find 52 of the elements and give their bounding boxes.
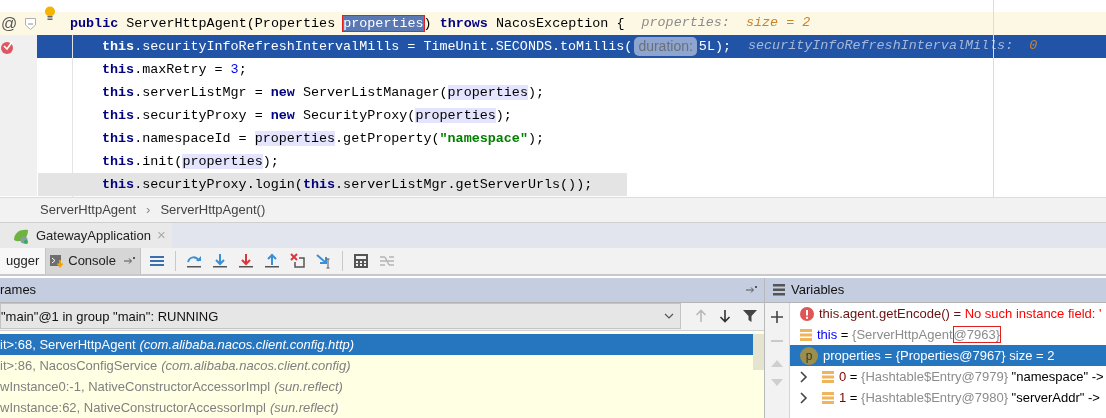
run-tab[interactable]: GatewayApplication ×: [0, 223, 172, 248]
code-text: this.securityProxy.login(this.serverListMgr.getServerUrls());: [102, 176, 593, 194]
stack-icon: [822, 391, 834, 404]
stack-icon: [822, 370, 834, 383]
code-text: this.maxRetry = 3;: [102, 61, 247, 79]
code-text: this.securityProxy = new SecurityProxy(properties);: [102, 107, 512, 125]
debugger-tab[interactable]: ugger: [0, 248, 46, 274]
cross-box-icon[interactable]: [289, 253, 306, 269]
diagonal-arrow-icon[interactable]: [315, 253, 332, 269]
parameter-hint: duration:: [634, 37, 697, 56]
lines-icon[interactable]: [148, 253, 165, 269]
panel-title: rames: [0, 281, 37, 299]
list-icon: [773, 284, 785, 296]
down-arrow-icon[interactable]: [719, 309, 731, 324]
pin-icon[interactable]: [746, 284, 758, 295]
breakpoint-icon[interactable]: [0, 39, 14, 54]
parameter-icon: p: [800, 346, 818, 365]
leaf-icon: [12, 227, 30, 244]
stack-icon: [800, 328, 812, 341]
code-text: this.securityInfoRefreshIntervalMills = TimeUnit.SECONDS.toMillis(: [102, 38, 633, 56]
inline-hint: properties: size = 2: [641, 14, 811, 33]
breadcrumb-separator: ›: [146, 201, 151, 220]
code-text: this.serverListMgr = new ServerListManager(properties);: [102, 84, 544, 102]
pin-icon[interactable]: [123, 256, 136, 266]
variable-row[interactable]: p properties = {Properties@7967} size = 2: [790, 345, 1106, 366]
lightbulb-icon[interactable]: [44, 6, 56, 22]
chevron-down-icon: [664, 313, 674, 320]
breadcrumb-item[interactable]: ServerHttpAgent(): [160, 200, 266, 220]
chevron-right-icon[interactable]: [800, 370, 808, 383]
code-text: public ServerHttpAgent(Properties properties) throws NacosException {: [70, 15, 625, 33]
frame-item[interactable]: it>:68, ServerHttpAgent (com.alibaba.nacos.client.config.http): [0, 334, 754, 355]
gutter-cell[interactable]: [0, 173, 37, 196]
scrollbar-thumb[interactable]: [753, 334, 764, 370]
code-text: this.namespaceId = properties.getProperty("namespace");: [102, 130, 544, 148]
gutter-cell[interactable]: [0, 35, 37, 58]
curved-arrow-icon[interactable]: [185, 253, 202, 269]
down-arrow-icon[interactable]: [211, 253, 228, 269]
code-text: 5L);: [698, 38, 731, 56]
debugger-tab[interactable]: Console: [45, 248, 141, 274]
filter-icon[interactable]: [743, 309, 757, 324]
breadcrumb-item[interactable]: ServerHttpAgent: [40, 200, 137, 220]
fold-icon[interactable]: [25, 18, 36, 30]
error-icon: [800, 306, 814, 321]
thread-dropdown[interactable]: "main"@1 in group "main": RUNNING: [0, 303, 681, 330]
calculator-icon[interactable]: [352, 253, 369, 269]
down-arrow-icon[interactable]: [237, 253, 254, 269]
plus-icon[interactable]: [771, 311, 783, 323]
panel-title: Variables: [791, 281, 845, 300]
code-text: this.init(properties);: [102, 153, 279, 171]
console-icon: [50, 254, 65, 268]
implements-marker[interactable]: @: [1, 15, 18, 32]
chevron-right-icon[interactable]: [800, 391, 808, 404]
